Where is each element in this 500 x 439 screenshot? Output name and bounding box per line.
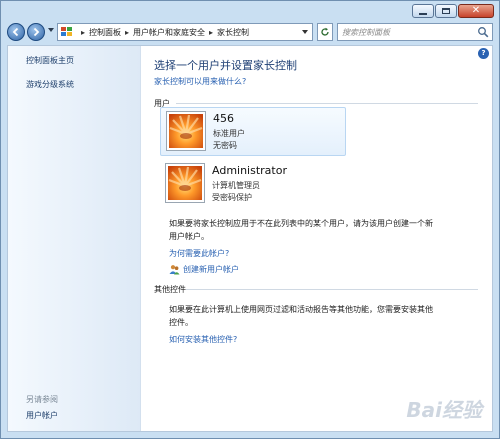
why-need-account-link[interactable]: 为何需要此帐户? — [169, 248, 229, 259]
user-account-type: 标准用户 — [213, 129, 245, 138]
arrow-right-icon — [33, 27, 40, 37]
refresh-icon — [321, 27, 329, 36]
sidebar-link-control-panel-home[interactable]: 控制面板主页 — [26, 55, 74, 66]
sidebar-link-game-ratings[interactable]: 游戏分级系统 — [26, 79, 74, 90]
user-name: Administrator — [212, 164, 287, 177]
refresh-button[interactable] — [317, 23, 333, 41]
section-divider — [186, 289, 478, 290]
page-title: 选择一个用户并设置家长控制 — [154, 59, 297, 72]
user-tile-456[interactable]: 456 标准用户 无密码 — [160, 107, 346, 156]
avatar — [166, 164, 204, 202]
create-account-description: 如果要将家长控制应用于不在此列表中的某个用户，请为该用户创建一个新用户帐户。 — [169, 219, 433, 241]
breadcrumb-separator[interactable]: ▸ — [209, 28, 213, 37]
breadcrumb-separator[interactable]: ▸ — [125, 28, 129, 37]
user-password-status: 受密码保护 — [212, 193, 252, 202]
breadcrumb-user-accounts-family-safety[interactable]: 用户帐户和家庭安全 — [133, 27, 205, 38]
section-divider — [176, 103, 478, 104]
watermark: Bai经验 — [406, 398, 482, 422]
address-dropdown-icon[interactable] — [302, 30, 308, 34]
close-icon: ✕ — [471, 5, 481, 16]
navigation-bar: ▸ 控制面板 ▸ 用户帐户和家庭安全 ▸ 家长控制 — [5, 22, 495, 44]
avatar — [167, 112, 205, 150]
maximize-button[interactable] — [435, 4, 457, 18]
caption-buttons: ✕ — [411, 4, 494, 18]
install-other-controls-link[interactable]: 如何安装其他控件? — [169, 334, 237, 345]
close-button[interactable]: ✕ — [458, 4, 494, 18]
search-input[interactable] — [338, 27, 477, 37]
breadcrumb-parental-controls[interactable]: 家长控制 — [217, 27, 249, 38]
search-box — [337, 23, 493, 41]
search-icon[interactable] — [477, 26, 489, 38]
help-icon[interactable]: ? — [478, 48, 489, 59]
maximize-icon — [442, 8, 450, 14]
flower-avatar-icon — [168, 166, 202, 200]
address-bar[interactable]: ▸ 控制面板 ▸ 用户帐户和家庭安全 ▸ 家长控制 — [57, 23, 313, 41]
other-controls-description: 如果要在此计算机上使用网页过滤和活动报告等其他功能，您需要安装其他控件。 — [169, 305, 433, 327]
minimize-button[interactable] — [412, 4, 434, 18]
arrow-left-icon — [12, 27, 19, 37]
user-tile-administrator[interactable]: Administrator 计算机管理员 受密码保护 — [160, 160, 346, 209]
recent-pages-dropdown[interactable] — [48, 28, 54, 32]
task-pane: 控制面板主页 游戏分级系统 另请参阅 用户帐户 — [8, 46, 141, 431]
user-account-type: 计算机管理员 — [212, 181, 260, 190]
content-area: 控制面板主页 游戏分级系统 另请参阅 用户帐户 选择一个用户并设置家长控制 家长… — [7, 45, 493, 432]
minimize-icon — [419, 12, 427, 15]
main-panel: 选择一个用户并设置家长控制 家长控制可以用来做什么? 用户 456 标准用户 无… — [140, 46, 492, 431]
user-name: 456 — [213, 112, 234, 125]
forward-button[interactable] — [27, 23, 45, 41]
create-account-row[interactable]: 创建新用户帐户 — [169, 264, 239, 275]
create-user-account-link[interactable]: 创建新用户帐户 — [183, 264, 239, 275]
other-controls-heading: 其他控件 — [154, 285, 186, 294]
breadcrumb-control-panel[interactable]: 控制面板 — [89, 27, 121, 38]
sidebar-link-user-accounts[interactable]: 用户帐户 — [26, 410, 58, 421]
user-password-status: 无密码 — [213, 141, 237, 150]
users-icon — [169, 265, 180, 275]
flower-avatar-icon — [169, 114, 203, 148]
control-panel-icon — [61, 26, 73, 38]
control-panel-window: ✕ ▸ 控制面板 ▸ 用户帐户和家庭安全 ▸ 家长控制 搜索控制面板 控制面板主… — [0, 0, 500, 439]
breadcrumb-separator[interactable]: ▸ — [81, 28, 85, 37]
parental-controls-help-link[interactable]: 家长控制可以用来做什么? — [154, 76, 246, 87]
back-button[interactable] — [7, 23, 25, 41]
see-also-heading: 另请参阅 — [26, 395, 58, 404]
